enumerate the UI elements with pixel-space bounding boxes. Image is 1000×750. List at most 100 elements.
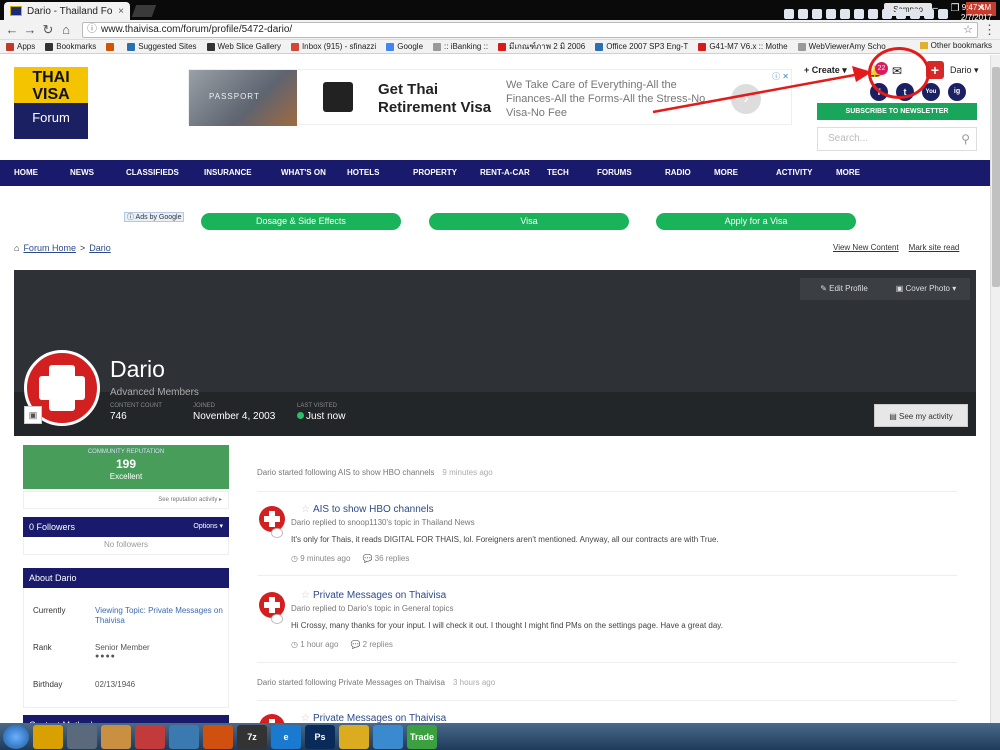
ads-by-google-label[interactable]: ⓘ Ads by Google: [124, 212, 184, 222]
bookmark-item[interactable]: G41-M7 V6.x :: Mothe: [698, 42, 788, 51]
taskbar-app[interactable]: [135, 724, 165, 749]
bookmark-item[interactable]: Web Slice Gallery: [206, 42, 281, 51]
instagram-icon[interactable]: ig: [948, 83, 966, 101]
nav-item[interactable]: HOTELS: [347, 160, 413, 186]
mark-site-read-link[interactable]: Mark site read: [909, 243, 960, 252]
post-title[interactable]: ☆ Private Messages on Thaivisa: [301, 713, 446, 723]
taskbar-app[interactable]: Ps: [305, 724, 335, 749]
page-scrollbar[interactable]: [990, 55, 1000, 723]
activity-text[interactable]: Dario started following Private Messages…: [257, 678, 445, 687]
forward-arrow-icon[interactable]: →: [22, 22, 38, 37]
taskbar-app[interactable]: [101, 724, 131, 749]
ad-pill-dosage[interactable]: Dosage & Side Effects: [201, 213, 401, 230]
tray-icon[interactable]: [896, 9, 906, 19]
search-icon[interactable]: ⚲: [961, 128, 970, 150]
reputation-activity-link[interactable]: See reputation activity ▸: [23, 491, 229, 509]
tray-icon[interactable]: [840, 9, 850, 19]
tray-icon[interactable]: [868, 9, 878, 19]
taskbar-app[interactable]: [373, 724, 403, 749]
ad-banner[interactable]: PASSPORT Get Thai Retirement Visa We Tak…: [188, 69, 792, 126]
post-title[interactable]: ☆ AIS to show HBO channels: [301, 504, 434, 515]
bookmark-item[interactable]: :: iBanking ::: [433, 42, 488, 51]
activity-text[interactable]: Dario started following AIS to show HBO …: [257, 468, 434, 477]
nav-item[interactable]: HOME: [14, 160, 70, 186]
bookmark-item[interactable]: Inbox (915) - sfinazzi: [290, 42, 376, 51]
bookmark-item[interactable]: Suggested Sites: [127, 42, 197, 51]
tray-icon[interactable]: [812, 9, 822, 19]
followers-options-button[interactable]: Options ▾: [193, 517, 223, 537]
ad-close-icon[interactable]: ⓘ ✕: [772, 71, 789, 82]
ad-pill-visa[interactable]: Visa: [429, 213, 629, 230]
nav-item[interactable]: RENT-A-CAR: [480, 160, 547, 186]
scrollbar-thumb[interactable]: [992, 67, 1000, 287]
bookmark-item[interactable]: Office 2007 SP3 Eng-T: [595, 42, 688, 51]
browser-menu-icon[interactable]: ⋮: [983, 22, 996, 38]
taskbar-app[interactable]: [33, 724, 63, 749]
search-input[interactable]: Search... ⚲: [817, 127, 977, 151]
nav-item[interactable]: FORUMS: [597, 160, 665, 186]
follow-star-icon[interactable]: ☆: [301, 504, 310, 515]
tray-icon[interactable]: [938, 9, 948, 19]
taskbar-app[interactable]: [67, 724, 97, 749]
bookmark-item[interactable]: Bookmarks: [45, 42, 96, 51]
nav-item[interactable]: RADIO: [665, 160, 714, 186]
nav-item[interactable]: NEWS: [70, 160, 126, 186]
follow-star-icon[interactable]: ☆: [301, 713, 310, 723]
post-avatar[interactable]: [259, 592, 285, 618]
nav-item[interactable]: INSURANCE: [204, 160, 281, 186]
bookmark-item[interactable]: Google: [386, 42, 423, 51]
post-title-text[interactable]: Private Messages on Thaivisa: [313, 713, 446, 723]
ad-headline[interactable]: Get Thai Retirement Visa: [378, 81, 498, 117]
bookmark-item[interactable]: Apps: [6, 42, 35, 51]
change-photo-icon[interactable]: ▣: [24, 406, 42, 424]
post-avatar[interactable]: [259, 714, 285, 723]
post-time[interactable]: ◷ 9 minutes ago: [291, 554, 350, 563]
taskbar-app[interactable]: Trade: [407, 724, 437, 749]
breadcrumb-forum-home[interactable]: Forum Home: [23, 243, 76, 253]
reload-icon[interactable]: ↻: [40, 22, 56, 38]
nav-item[interactable]: MORE: [836, 160, 882, 186]
tray-icon[interactable]: [910, 9, 920, 19]
home-icon[interactable]: ⌂: [58, 22, 74, 37]
taskbar-app[interactable]: e: [271, 724, 301, 749]
breadcrumb-current[interactable]: Dario: [89, 243, 111, 253]
bookmark-item[interactable]: มีเกณฑ์ภาพ 2 มิ 2006: [498, 40, 585, 53]
create-button[interactable]: + Create ▾: [804, 65, 847, 76]
page-info-icon[interactable]: ⓘ: [87, 23, 97, 37]
tray-icon[interactable]: [882, 9, 892, 19]
taskbar-app[interactable]: 7z: [237, 724, 267, 749]
bookmark-item[interactable]: WebViewerAmy Scho: [797, 42, 886, 51]
tray-icon[interactable]: [826, 9, 836, 19]
tray-icon[interactable]: [854, 9, 864, 19]
tray-icon[interactable]: [798, 9, 808, 19]
nav-item[interactable]: ACTIVITY: [776, 160, 836, 186]
nav-item[interactable]: CLASSIFIEDS: [126, 160, 204, 186]
nav-item[interactable]: PROPERTY: [413, 160, 480, 186]
site-logo[interactable]: THAI VISA Forum: [14, 67, 88, 139]
other-bookmarks[interactable]: Other bookmarks: [919, 41, 992, 50]
post-avatar[interactable]: [259, 506, 285, 532]
post-title-text[interactable]: AIS to show HBO channels: [313, 504, 434, 515]
post-time[interactable]: ◷ 1 hour ago: [291, 640, 338, 649]
taskbar-app[interactable]: [169, 724, 199, 749]
nav-item[interactable]: TECH: [547, 160, 597, 186]
ad-arrow-button[interactable]: ›: [731, 84, 761, 114]
tray-icon[interactable]: [784, 9, 794, 19]
address-bar[interactable]: ⓘ www.thaivisa.com/forum/profile/5472-da…: [82, 22, 978, 38]
ad-pill-apply[interactable]: Apply for a Visa: [656, 213, 856, 230]
post-replies[interactable]: 💬 36 replies: [362, 554, 409, 563]
nav-item[interactable]: WHAT'S ON: [281, 160, 347, 186]
back-arrow-icon[interactable]: ←: [4, 22, 20, 37]
tray-icon[interactable]: [924, 9, 934, 19]
edit-profile-button[interactable]: ✎ Edit Profile: [800, 278, 888, 300]
cover-photo-button[interactable]: ▣ Cover Photo ▾: [882, 278, 970, 300]
bookmark-star-icon[interactable]: ☆: [963, 23, 973, 37]
user-menu[interactable]: Dario ▾: [950, 65, 979, 76]
see-activity-button[interactable]: ▤ See my activity: [874, 404, 968, 427]
new-tab-button[interactable]: [131, 5, 157, 17]
post-title[interactable]: ☆ Private Messages on Thaivisa: [301, 590, 446, 601]
newsletter-button[interactable]: SUBSCRIBE TO NEWSLETTER: [817, 103, 977, 120]
taskbar-clock[interactable]: 9:47 AM 2/7/2017: [961, 3, 992, 23]
start-button[interactable]: [3, 724, 29, 749]
follow-star-icon[interactable]: ☆: [301, 590, 310, 601]
